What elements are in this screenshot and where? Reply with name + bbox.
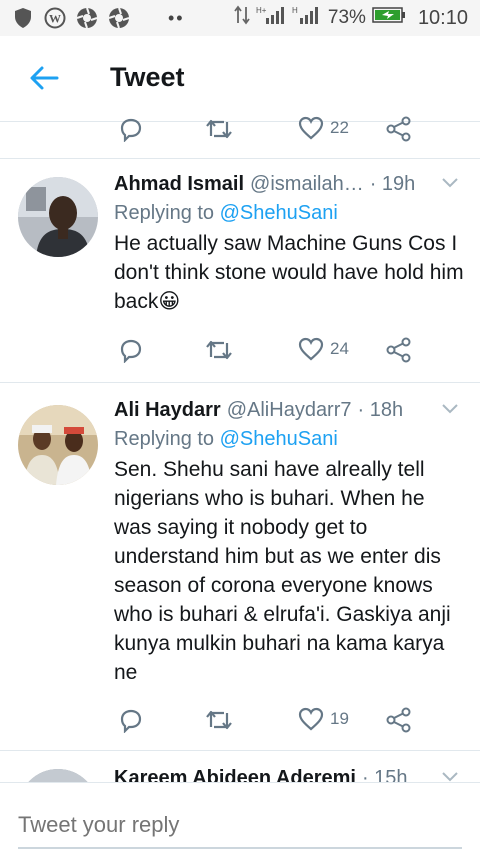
like-button[interactable]: 22: [298, 116, 349, 140]
retweet-button[interactable]: [204, 707, 234, 733]
share-icon: [386, 116, 411, 142]
tweet[interactable]: Kareem Abideen Aderemi · 15h: [0, 751, 480, 782]
svg-text:H: H: [292, 6, 298, 15]
tweet-time: · 18h: [357, 399, 404, 421]
tweet-text: He actually saw Machine Guns Cos I don't…: [114, 232, 464, 313]
replying-to: Replying to @ShehuSani: [114, 202, 338, 224]
reply-bar: [0, 782, 480, 854]
aperture-icon: [108, 7, 130, 29]
signal-icon: H+: [256, 5, 286, 31]
wordpress-icon: W: [44, 7, 66, 29]
tweet-actions: 24: [0, 333, 480, 369]
reply-icon: [120, 118, 142, 142]
share-button[interactable]: [386, 707, 412, 733]
author-handle[interactable]: @AliHaydarr7: [227, 399, 352, 422]
battery-icon: [372, 6, 406, 30]
author-handle[interactable]: @ismailah…: [250, 173, 364, 196]
chevron-down-icon[interactable]: [440, 175, 460, 194]
shield-icon: [12, 7, 34, 29]
reply-icon: [120, 709, 142, 733]
mention-link[interactable]: @ShehuSani: [220, 202, 338, 224]
heart-icon: [298, 337, 324, 361]
tweet-text: Sen. Shehu sani have alreally tell niger…: [114, 458, 451, 684]
reply-input[interactable]: [18, 805, 462, 845]
tweet[interactable]: Ali Haydarr @AliHaydarr7 · 18h Replying …: [0, 383, 480, 749]
avatar[interactable]: [18, 769, 98, 782]
tweet-time: · 15h: [361, 767, 408, 782]
share-button[interactable]: [386, 116, 412, 142]
like-count: 24: [330, 339, 349, 358]
avatar[interactable]: [18, 177, 98, 257]
author-name[interactable]: Kareem Abideen Aderemi: [114, 767, 356, 782]
heart-icon: [298, 116, 324, 140]
avatar[interactable]: [18, 405, 98, 485]
like-button[interactable]: 24: [298, 337, 349, 361]
retweet-icon: [206, 340, 232, 360]
retweet-button[interactable]: [204, 337, 234, 363]
share-button[interactable]: [386, 337, 412, 363]
tweet-actions: 22: [0, 112, 480, 148]
tweet-actions: 19: [0, 703, 480, 739]
retweet-icon: [206, 710, 232, 730]
retweet-button[interactable]: [204, 116, 234, 142]
share-icon: [386, 337, 411, 363]
input-underline: [18, 847, 462, 849]
like-count: 22: [330, 118, 349, 137]
heart-icon: [298, 707, 324, 731]
retweet-icon: [206, 119, 232, 139]
like-button[interactable]: 19: [298, 707, 349, 731]
tweet-time: · 19h: [369, 173, 416, 195]
svg-text:H+: H+: [256, 6, 267, 15]
svg-text:W: W: [49, 12, 61, 26]
author-name[interactable]: Ali Haydarr: [114, 399, 221, 422]
grinning-emoji: 😀: [158, 290, 181, 313]
reply-button[interactable]: [118, 707, 144, 733]
chevron-down-icon[interactable]: [440, 769, 460, 782]
share-icon: [386, 707, 411, 733]
mention-link[interactable]: @ShehuSani: [220, 428, 338, 450]
more-notifications-icon: ••: [168, 7, 185, 28]
battery-percent: 73%: [327, 7, 366, 28]
tweet[interactable]: Ahmad Ismail @ismailah… · 19h Replying t…: [0, 159, 480, 381]
signal-icon: H: [292, 5, 322, 31]
replying-to: Replying to @ShehuSani: [114, 428, 338, 450]
back-arrow-icon[interactable]: [26, 60, 62, 96]
aperture-icon: [76, 7, 98, 29]
reply-icon: [120, 339, 142, 363]
like-count: 19: [330, 709, 349, 728]
page-title: Tweet: [110, 62, 185, 92]
reply-button[interactable]: [118, 116, 144, 142]
app-bar: Tweet: [0, 36, 480, 122]
clock: 10:10: [417, 6, 468, 29]
reply-button[interactable]: [118, 337, 144, 363]
data-transfer-icon: [234, 5, 250, 31]
author-name[interactable]: Ahmad Ismail: [114, 173, 244, 196]
chevron-down-icon[interactable]: [440, 401, 460, 420]
status-bar: W •• H+ H 73% 10:10: [0, 0, 480, 36]
